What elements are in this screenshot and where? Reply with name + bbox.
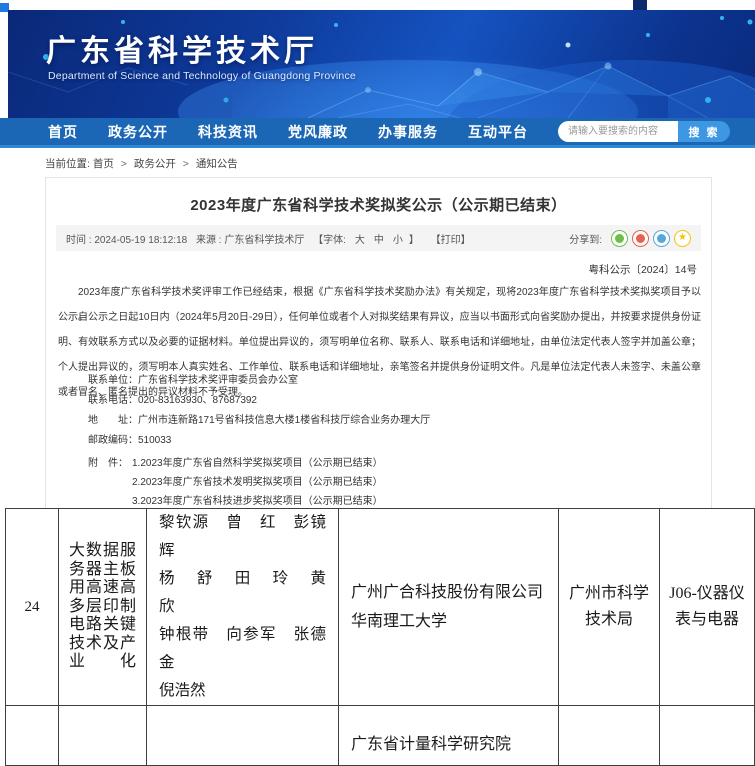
wechat-icon xyxy=(615,234,624,243)
awardees-cell: 黎钦源 曾 红 彭镜辉 杨 舒 田 玲 黄 欣 钟根带 向参军 张德金 倪浩然 xyxy=(147,509,339,706)
project-name-cell xyxy=(59,706,147,766)
favorite-share-icon[interactable]: ★ xyxy=(674,230,691,247)
breadcrumb-separator: > xyxy=(183,158,189,170)
contact-address: 地 址：广州市连新路171号省科技信息大楼1楼省科技厅综合业务办理大厅 xyxy=(88,411,430,431)
weibo-share-icon[interactable] xyxy=(632,230,649,247)
document-number: 粤科公示〔2024〕14号 xyxy=(588,262,697,277)
article-source: 来源 : 广东省科学技术厅 xyxy=(196,235,304,246)
article-title: 2023年度广东省科学技术奖拟奖公示（公示期已结束） xyxy=(46,194,711,215)
contact-unit: 联系单位：广东省科学技术奖评审委员会办公室 xyxy=(88,371,430,391)
category-cell: J06-仪器仪表与电器 xyxy=(660,509,755,706)
breadcrumb-notices[interactable]: 通知公告 xyxy=(196,158,238,170)
site-subtitle: Department of Science and Technology of … xyxy=(48,70,356,82)
nav-item-home[interactable]: 首页 xyxy=(48,122,78,142)
share-label: 分享到: xyxy=(569,231,602,246)
site-title: 广东省科学技术厅 xyxy=(46,26,318,70)
awardee-line: 黎钦源 曾 红 彭镜辉 xyxy=(159,509,326,565)
search-box: 搜 索 xyxy=(558,121,730,142)
row-number-cell xyxy=(6,706,59,766)
article-meta-left: 时间 : 2024-05-19 18:12:18 来源 : 广东省科学技术厅 【… xyxy=(66,231,477,246)
font-size-small-button[interactable]: 小 xyxy=(393,235,403,246)
breadcrumb-gov-disclosure[interactable]: 政务公开 xyxy=(134,158,176,170)
contact-phone: 联系电话：020-83163930、87687392 xyxy=(88,391,430,411)
breadcrumb: 当前位置: 首页 > 政务公开 > 通知公告 xyxy=(45,156,238,171)
award-table: 24 大数据服务器主板用高速高多层印制电路关键技术及产业化 黎钦源 曾 红 彭镜… xyxy=(5,508,755,766)
main-nav: 首页 政务公开 科技资讯 党风廉政 办事服务 互动平台 搜 索 xyxy=(0,118,755,148)
awardees-cell xyxy=(147,706,339,766)
nav-item-services[interactable]: 办事服务 xyxy=(378,122,438,142)
font-size-label-open: 【字体: xyxy=(313,235,346,246)
qq-icon xyxy=(657,234,666,243)
wechat-share-icon[interactable] xyxy=(611,230,628,247)
search-input[interactable] xyxy=(558,121,678,142)
table-row: 24 大数据服务器主板用高速高多层印制电路关键技术及产业化 黎钦源 曾 红 彭镜… xyxy=(6,509,755,706)
font-size-label-close: 】 xyxy=(409,235,419,246)
breadcrumb-separator: > xyxy=(121,158,127,170)
attachments-label: 附 件： xyxy=(88,454,128,511)
project-name-cell: 大数据服务器主板用高速高多层印制电路关键技术及产业化 xyxy=(59,509,147,706)
attachments-list: 1.2023年度广东省自然科学奖拟奖项目（公示期已结束） 2.2023年度广东省… xyxy=(132,454,383,511)
attachments-block: 附 件： 1.2023年度广东省自然科学奖拟奖项目（公示期已结束） 2.2023… xyxy=(88,454,383,511)
organizations-cell: 广州广合科技股份有限公司 华南理工大学 xyxy=(339,509,559,706)
awardee-line: 杨 舒 田 玲 黄 欣 xyxy=(159,565,326,621)
site-banner: 广东省科学技术厅 Department of Science and Techn… xyxy=(8,10,755,118)
article-meta-bar: 时间 : 2024-05-19 18:12:18 来源 : 广东省科学技术厅 【… xyxy=(56,225,701,251)
contact-postcode: 邮政编码：510033 xyxy=(88,431,430,451)
breadcrumb-home[interactable]: 首页 xyxy=(93,158,114,170)
nav-item-party-conduct[interactable]: 党风廉政 xyxy=(288,122,348,142)
nav-item-gov-disclosure[interactable]: 政务公开 xyxy=(108,122,168,142)
star-icon: ★ xyxy=(678,233,687,243)
print-button[interactable]: 【打印】 xyxy=(431,235,471,246)
category-cell xyxy=(660,706,755,766)
awardee-line: 钟根带 向参军 张德金 xyxy=(159,621,326,677)
organization-name: 华南理工大学 xyxy=(351,607,558,636)
attachment-link-natural-science[interactable]: 1.2023年度广东省自然科学奖拟奖项目（公示期已结束） xyxy=(132,454,383,473)
nominator-cell xyxy=(559,706,660,766)
nominator-cell: 广州市科学技术局 xyxy=(559,509,660,706)
table-row-partial: 广东省计量科学研究院 xyxy=(6,706,755,766)
share-bar: 分享到: ★ xyxy=(569,230,691,247)
row-number-cell: 24 xyxy=(6,509,59,706)
font-size-large-button[interactable]: 大 xyxy=(355,235,365,246)
qq-share-icon[interactable] xyxy=(653,230,670,247)
awardee-line: 倪浩然 xyxy=(159,677,326,705)
nav-item-tech-news[interactable]: 科技资讯 xyxy=(198,122,258,142)
organizations-cell: 广东省计量科学研究院 xyxy=(339,706,559,766)
organization-name: 广州广合科技股份有限公司 xyxy=(351,578,558,607)
contact-info-block: 联系单位：广东省科学技术奖评审委员会办公室 联系电话：020-83163930、… xyxy=(88,371,430,451)
weibo-icon xyxy=(636,234,645,243)
font-size-medium-button[interactable]: 中 xyxy=(374,235,384,246)
publish-time: 时间 : 2024-05-19 18:12:18 xyxy=(66,235,187,246)
nav-item-interaction[interactable]: 互动平台 xyxy=(468,122,528,142)
search-button[interactable]: 搜 索 xyxy=(678,121,730,142)
breadcrumb-label: 当前位置: xyxy=(45,158,90,170)
attachment-link-tech-invention[interactable]: 2.2023年度广东省技术发明奖拟奖项目（公示期已结束） xyxy=(132,473,383,492)
